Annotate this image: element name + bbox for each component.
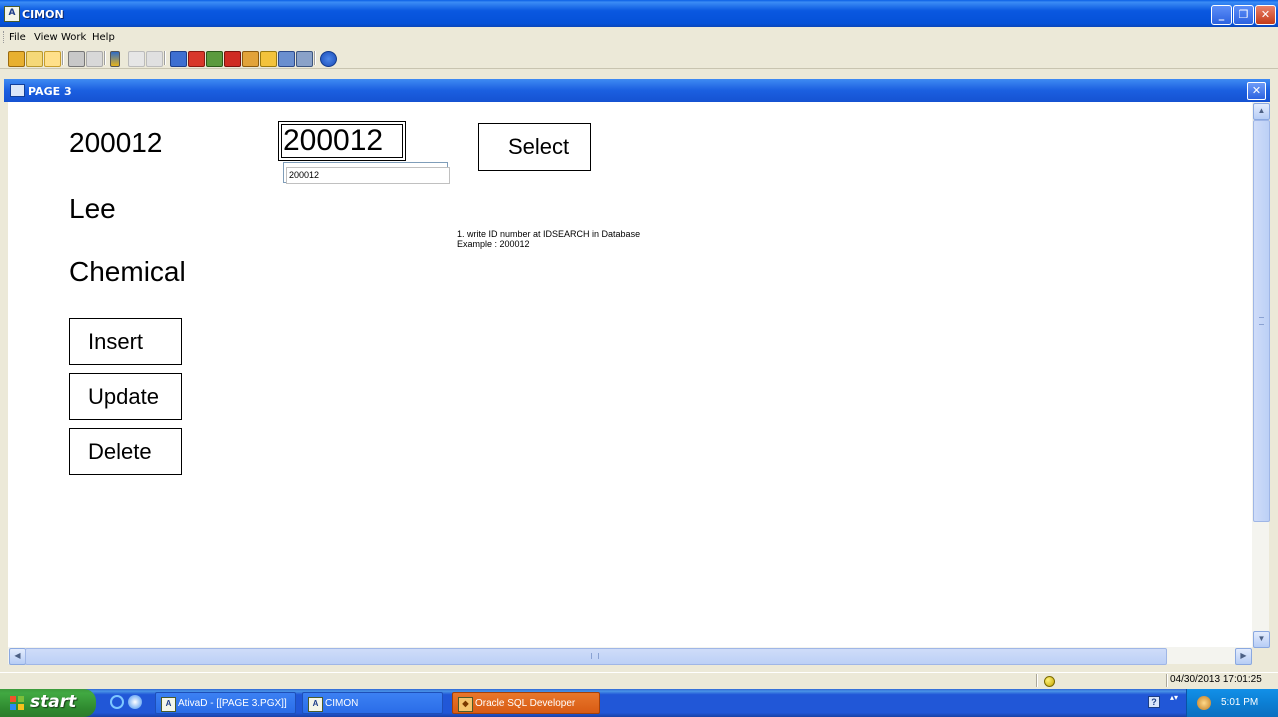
status-divider xyxy=(1166,674,1168,687)
window-icon[interactable] xyxy=(44,51,61,67)
vertical-scrollbar[interactable]: ▲ ▼ xyxy=(1252,102,1270,648)
restore-button[interactable]: ❐ xyxy=(1233,5,1254,25)
toolbar xyxy=(0,47,1278,69)
display-icon[interactable] xyxy=(170,51,187,67)
email-icon[interactable] xyxy=(26,51,43,67)
minimize-button[interactable]: _ xyxy=(1211,5,1232,25)
pencil-icon[interactable] xyxy=(188,51,205,67)
brush-icon[interactable] xyxy=(86,51,103,67)
close-button[interactable]: ✕ xyxy=(1255,5,1276,25)
vertical-scroll-thumb[interactable] xyxy=(1253,120,1270,522)
alarm-icon[interactable] xyxy=(224,51,241,67)
taskbar: start A AtivaD - [[PAGE 3.PGX]] A CIMON … xyxy=(0,689,1278,717)
id-input-frame xyxy=(283,162,450,184)
report-icon[interactable] xyxy=(296,51,313,67)
cimon-app-icon: A xyxy=(4,6,20,22)
update-button[interactable]: Update xyxy=(69,373,182,420)
speaker-tray-icon[interactable] xyxy=(1197,696,1211,710)
tools-icon[interactable] xyxy=(242,51,259,67)
delete-button[interactable]: Delete xyxy=(69,428,182,475)
toolbar-separator xyxy=(314,51,316,65)
taskbar-item-ativad[interactable]: A AtivaD - [[PAGE 3.PGX]] xyxy=(155,692,296,714)
toolbar-separator xyxy=(104,51,106,65)
cimon-app-icon: A xyxy=(161,697,176,712)
shield-icon[interactable] xyxy=(128,51,145,67)
database-icon[interactable] xyxy=(278,51,295,67)
status-bar: 04/30/2013 17:01:25 xyxy=(0,672,1278,687)
network-icon[interactable] xyxy=(206,51,223,67)
help-icon[interactable] xyxy=(320,51,337,67)
select-button[interactable]: Select xyxy=(478,123,591,171)
print-icon[interactable] xyxy=(68,51,85,67)
id-display-box[interactable]: 200012 xyxy=(278,121,406,161)
tag-icon[interactable] xyxy=(110,51,120,67)
start-button[interactable]: start xyxy=(0,689,96,717)
taskbar-item-cimon[interactable]: A CIMON xyxy=(302,692,443,714)
page-icon xyxy=(10,84,25,97)
child-close-button[interactable]: ✕ xyxy=(1247,82,1266,100)
toolbar-separator xyxy=(62,51,64,65)
main-title-bar[interactable]: A CIMON _ ❐ ✕ xyxy=(0,0,1278,27)
browser-icon[interactable] xyxy=(128,695,142,709)
menu-grip xyxy=(3,31,6,43)
menu-work[interactable]: Work xyxy=(61,32,86,43)
horizontal-scroll-thumb[interactable] xyxy=(25,648,1167,665)
internet-explorer-icon[interactable] xyxy=(110,695,124,709)
id-search-input[interactable] xyxy=(286,166,450,184)
toolbar-separator xyxy=(164,51,166,65)
name-value: Lee xyxy=(69,193,116,224)
oracle-sql-icon: ◆ xyxy=(458,697,473,712)
cimon-app-icon: A xyxy=(308,697,323,712)
status-divider xyxy=(1036,674,1038,687)
instruction-line-2: Example : 200012 xyxy=(457,239,530,249)
insert-button[interactable]: Insert xyxy=(69,318,182,365)
window-title: CIMON xyxy=(22,8,64,21)
task-label: Oracle SQL Developer xyxy=(475,698,576,709)
taskbar-item-oracle-sql-developer[interactable]: ◆ Oracle SQL Developer xyxy=(452,692,600,714)
menu-help[interactable]: Help xyxy=(92,32,115,43)
help-tray-icon[interactable]: ? xyxy=(1148,696,1160,708)
open-folder-icon[interactable] xyxy=(8,51,25,67)
task-label: AtivaD - [[PAGE 3.PGX]] xyxy=(178,698,287,709)
windows-flag-icon xyxy=(10,696,24,710)
child-window-title: PAGE 3 xyxy=(28,85,72,98)
horizontal-scrollbar[interactable]: ◀ ▶ xyxy=(8,647,1252,665)
key-icon[interactable] xyxy=(146,51,163,67)
instruction-line-1: 1. write ID number at IDSEARCH in Databa… xyxy=(457,229,641,239)
network-tray-icon[interactable]: ▴▾ xyxy=(1170,694,1178,710)
start-label: start xyxy=(30,692,77,712)
status-led-icon xyxy=(1044,676,1055,687)
system-tray: 5:01 PM xyxy=(1186,689,1278,717)
scroll-up-icon[interactable]: ▲ xyxy=(1253,103,1270,120)
task-label: CIMON xyxy=(325,698,359,709)
scroll-left-icon[interactable]: ◀ xyxy=(9,648,26,665)
id-label: 200012 xyxy=(69,127,163,158)
taskbar-clock[interactable]: 5:01 PM xyxy=(1221,697,1258,708)
menu-view[interactable]: View xyxy=(34,32,58,43)
scroll-right-icon[interactable]: ▶ xyxy=(1235,648,1252,665)
status-datetime: 04/30/2013 17:01:25 xyxy=(1170,674,1262,685)
child-window-title-bar[interactable]: PAGE 3 ✕ xyxy=(4,79,1270,102)
menu-bar: File View Work Help xyxy=(0,27,1278,47)
department-value: Chemical xyxy=(69,256,186,287)
scroll-down-icon[interactable]: ▼ xyxy=(1253,631,1270,648)
star-icon[interactable] xyxy=(260,51,277,67)
menu-file[interactable]: File xyxy=(9,32,26,43)
page-canvas xyxy=(8,102,1252,647)
